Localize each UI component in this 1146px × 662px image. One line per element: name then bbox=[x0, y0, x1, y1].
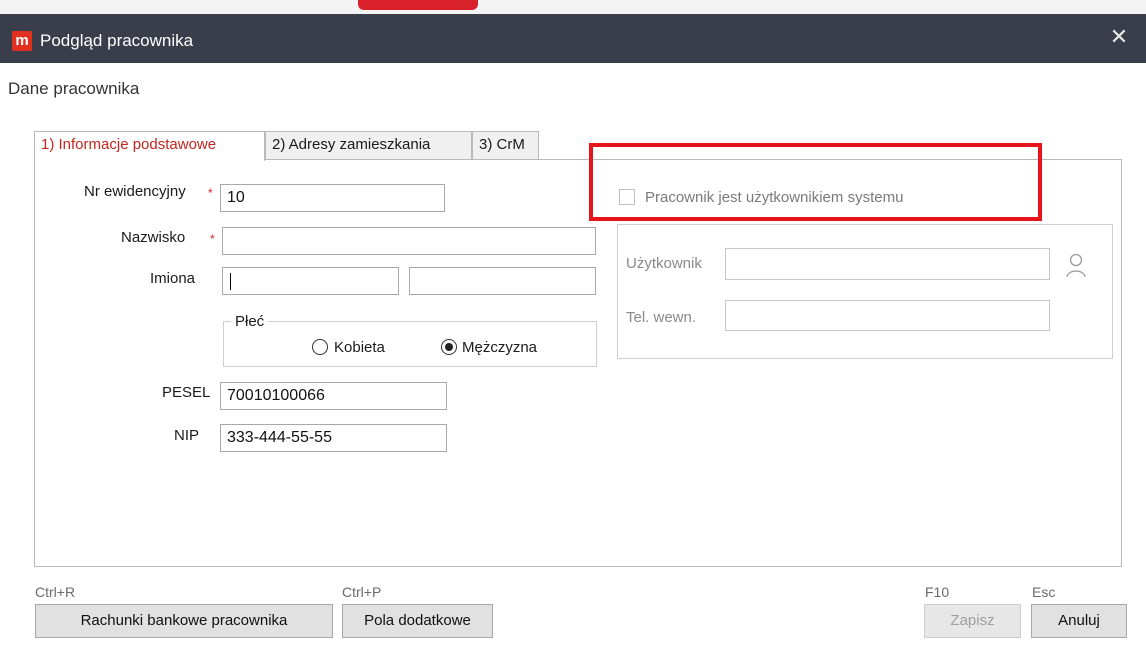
system-user-group bbox=[617, 224, 1113, 359]
imiona-label: Imiona bbox=[150, 270, 196, 287]
highlight-frame bbox=[589, 143, 1042, 221]
pesel-field[interactable]: 70010100066 bbox=[220, 382, 447, 410]
plec-group bbox=[223, 321, 597, 367]
kobieta-label: Kobieta bbox=[334, 339, 385, 356]
anuluj-button[interactable]: Anuluj bbox=[1031, 604, 1127, 638]
section-title: Dane pracownika bbox=[8, 79, 140, 98]
required-mark: * bbox=[210, 232, 215, 246]
uzytkownik-label: Użytkownik bbox=[626, 255, 702, 272]
pesel-label: PESEL bbox=[162, 384, 211, 401]
mezczyzna-label: Mężczyzna bbox=[462, 339, 538, 356]
nr-ewidencyjny-field[interactable]: 10 bbox=[220, 184, 445, 212]
tel-wewn-field[interactable] bbox=[725, 300, 1050, 331]
mezczyzna-radio[interactable] bbox=[441, 339, 457, 355]
anuluj-shortcut: Esc bbox=[1032, 584, 1056, 600]
tab-adresy-zamieszkania[interactable]: 2) Adresy zamieszkania bbox=[265, 131, 472, 159]
tab-informacje-podstawowe[interactable]: 1) Informacje podstawowe bbox=[34, 131, 265, 161]
nip-label: NIP bbox=[174, 427, 200, 444]
kobieta-radio[interactable] bbox=[312, 339, 328, 355]
pola-dodatkowe-button[interactable]: Pola dodatkowe bbox=[342, 604, 493, 638]
text-cursor bbox=[230, 273, 231, 290]
window-title: Podgląd pracownika bbox=[40, 31, 194, 50]
nazwisko-field[interactable] bbox=[222, 227, 596, 255]
plec-label: Płeć bbox=[231, 313, 269, 330]
background-red-tab bbox=[358, 0, 478, 10]
tel-wewn-label: Tel. wewn. bbox=[626, 309, 697, 326]
nip-field[interactable]: 333-444-55-55 bbox=[220, 424, 447, 452]
zapisz-shortcut: F10 bbox=[925, 584, 950, 600]
background-window-strip bbox=[0, 0, 1146, 14]
rachunki-shortcut: Ctrl+R bbox=[35, 584, 76, 600]
zapisz-button[interactable]: Zapisz bbox=[924, 604, 1021, 638]
nazwisko-label: Nazwisko bbox=[121, 229, 186, 246]
rachunki-bankowe-button[interactable]: Rachunki bankowe pracownika bbox=[35, 604, 333, 638]
title-bar: m Podgląd pracownika ✕ bbox=[0, 14, 1146, 63]
app-logo-icon: m bbox=[12, 31, 32, 51]
tab-crm[interactable]: 3) CrM bbox=[472, 131, 539, 159]
uzytkownik-field[interactable] bbox=[725, 248, 1050, 280]
imie-second-field[interactable] bbox=[409, 267, 596, 295]
user-icon[interactable] bbox=[1065, 252, 1087, 284]
imie-first-field[interactable] bbox=[222, 267, 399, 295]
close-icon[interactable]: ✕ bbox=[1100, 22, 1138, 52]
nr-ewidencyjny-label: Nr ewidencyjny bbox=[84, 183, 186, 200]
required-mark: * bbox=[208, 186, 213, 200]
pola-shortcut: Ctrl+P bbox=[342, 584, 382, 600]
